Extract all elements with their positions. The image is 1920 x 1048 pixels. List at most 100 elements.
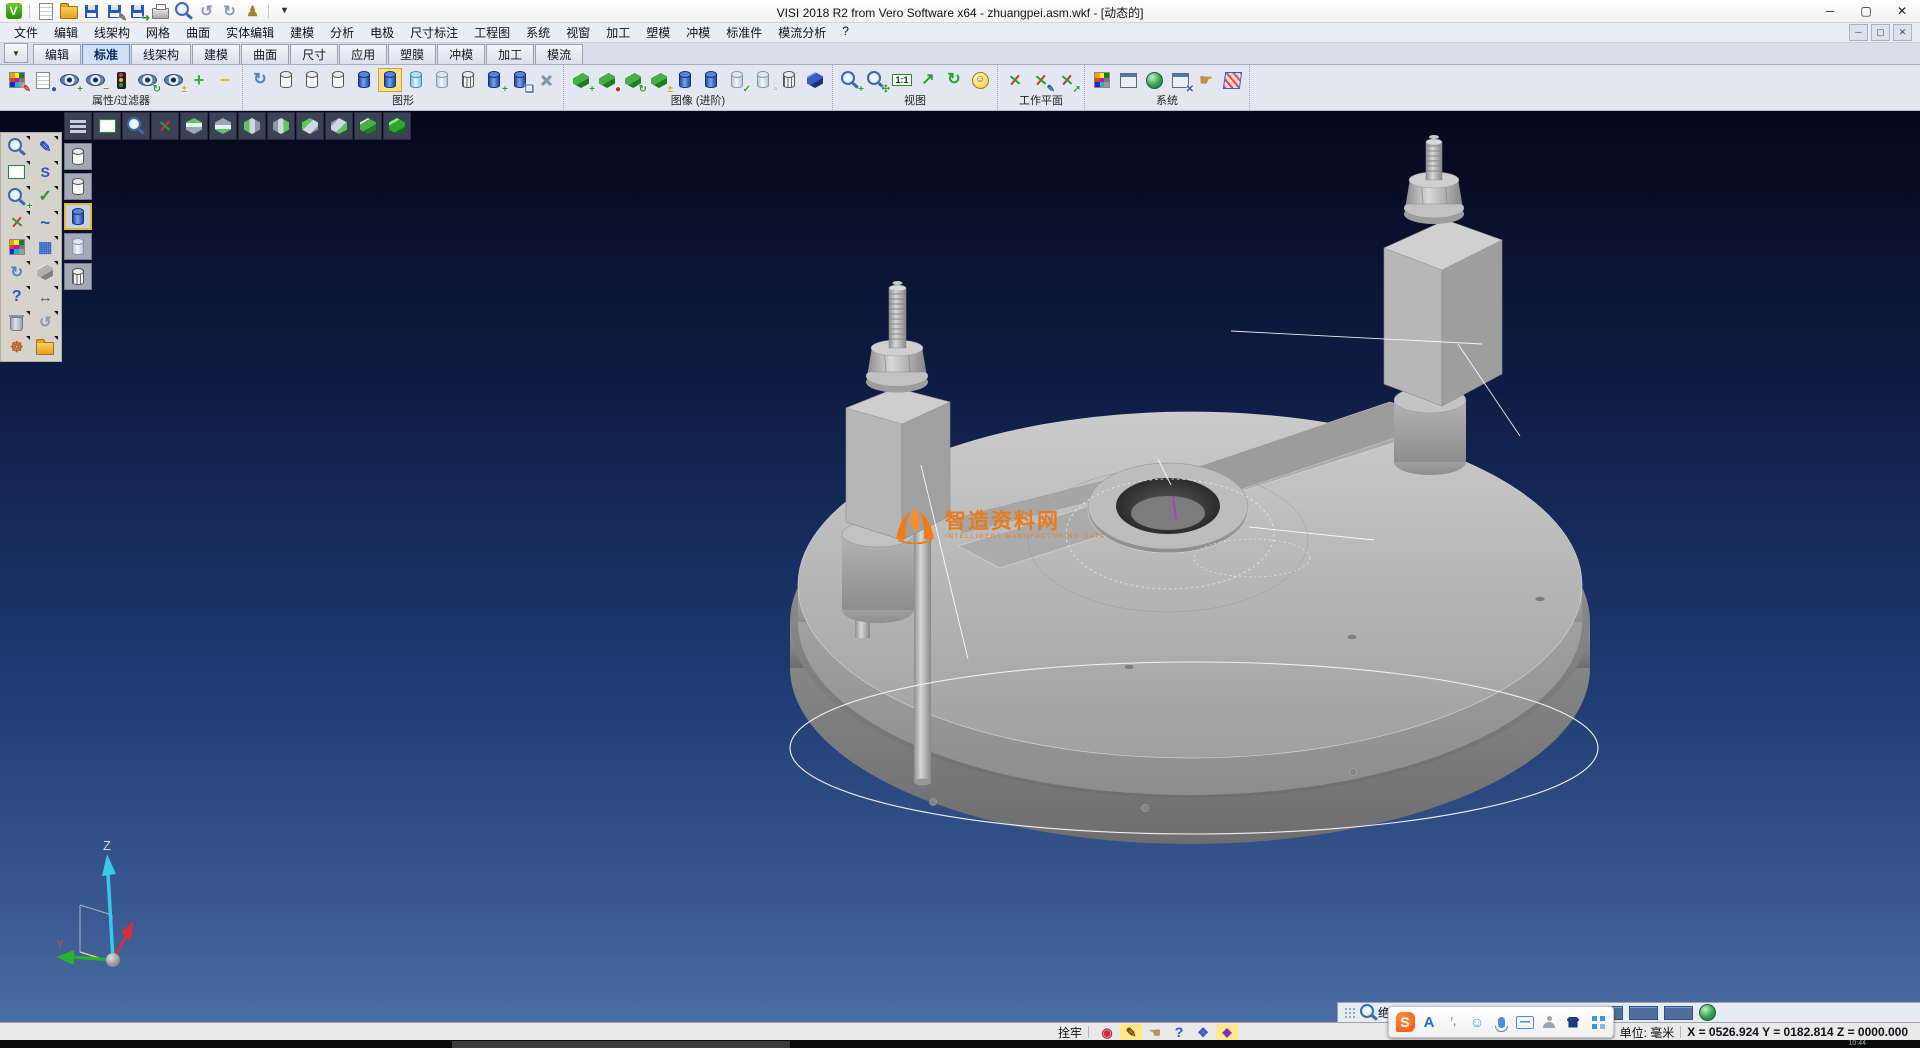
curve-edit-icon[interactable]: S: [32, 160, 60, 184]
minimize-button[interactable]: ─: [1812, 1, 1848, 22]
strip-ghost-icon[interactable]: [64, 233, 92, 260]
entities-add-icon[interactable]: +: [569, 68, 593, 92]
print-icon[interactable]: [150, 2, 171, 21]
lock-label[interactable]: 拴牢: [1058, 1024, 1082, 1041]
ime-keyboard-icon[interactable]: [1516, 1010, 1535, 1034]
spline-edit-icon[interactable]: ~: [32, 210, 60, 234]
confirm-icon[interactable]: ✓: [32, 185, 60, 209]
tab-编辑[interactable]: 编辑: [33, 44, 81, 64]
status-search-icon[interactable]: [1360, 1003, 1378, 1022]
mdi-minimize-button[interactable]: ─: [1849, 24, 1868, 41]
delete-icon[interactable]: [3, 310, 31, 334]
wireframe-mode-icon[interactable]: [274, 68, 298, 92]
strip-shaded-icon[interactable]: [64, 203, 92, 230]
save-as-icon[interactable]: ✎: [104, 2, 125, 21]
tab-建模[interactable]: 建模: [192, 44, 240, 64]
solid-shaded-icon[interactable]: [803, 68, 827, 92]
filter-manager-icon[interactable]: [109, 68, 133, 92]
solid-section-icon[interactable]: [673, 68, 697, 92]
open-file-icon[interactable]: [58, 2, 79, 21]
tab-dropdown-icon[interactable]: ▼: [4, 43, 28, 63]
menu-item-?[interactable]: ?: [834, 22, 857, 43]
solid-mesh-icon[interactable]: [777, 68, 801, 92]
sogou-logo-icon[interactable]: S: [1396, 1010, 1415, 1034]
menu-item-加工[interactable]: 加工: [598, 22, 638, 43]
render-settings-icon[interactable]: [534, 68, 558, 92]
hide-entities-icon[interactable]: −: [213, 68, 237, 92]
capture-icon[interactable]: ◉: [1096, 1024, 1118, 1040]
layer-colors-icon[interactable]: [1090, 68, 1114, 92]
menu-item-视窗[interactable]: 视窗: [558, 22, 598, 43]
table-settings-icon[interactable]: ✕: [1168, 68, 1192, 92]
attributes-preview-icon[interactable]: ●: [31, 68, 55, 92]
tab-模流[interactable]: 模流: [535, 44, 583, 64]
ime-toolbox-icon[interactable]: [1588, 1010, 1607, 1034]
shade-copy-icon[interactable]: ❏: [508, 68, 532, 92]
redo-icon[interactable]: ↻: [219, 2, 240, 21]
zoom-plus-icon[interactable]: +: [3, 185, 31, 209]
ime-punct-icon[interactable]: ’,: [1444, 1010, 1463, 1034]
move-origin-icon[interactable]: [3, 210, 31, 234]
attributes-palette-icon[interactable]: [3, 235, 31, 259]
view-right-icon[interactable]: [267, 112, 295, 140]
save-icon[interactable]: [81, 2, 102, 21]
window-select-icon[interactable]: [3, 160, 31, 184]
help-icon[interactable]: ?: [3, 285, 31, 309]
close-button[interactable]: ✕: [1884, 1, 1920, 22]
menu-item-冲模[interactable]: 冲模: [678, 22, 718, 43]
toolbar-options-dropdown[interactable]: ▾: [274, 2, 295, 21]
menu-item-文件[interactable]: 文件: [6, 22, 46, 43]
world-icon[interactable]: [1699, 1004, 1716, 1021]
navigate-icon[interactable]: ☸: [3, 335, 31, 359]
workplane-icon[interactable]: [1003, 68, 1027, 92]
layer-manager-icon[interactable]: [1116, 68, 1140, 92]
view-axis-icon[interactable]: [151, 112, 179, 140]
redraw-icon[interactable]: ↻: [248, 68, 272, 92]
highlight-brush-icon[interactable]: ✎: [1120, 1024, 1142, 1040]
ghost-mode-icon[interactable]: [430, 68, 454, 92]
menu-item-建模[interactable]: 建模: [282, 22, 322, 43]
filter-add-icon[interactable]: +: [57, 68, 81, 92]
tab-曲面[interactable]: 曲面: [241, 44, 289, 64]
shaded-edges-mode-icon[interactable]: [378, 68, 402, 92]
zoom-scale-icon[interactable]: 1:1: [890, 68, 914, 92]
entities-refresh-icon[interactable]: ↻: [621, 68, 645, 92]
workplane-edit-icon[interactable]: ✎: [1029, 68, 1053, 92]
entities-filter-icon[interactable]: ●: [595, 68, 619, 92]
solid-export-icon[interactable]: ▫: [751, 68, 775, 92]
mdi-close-button[interactable]: ✕: [1893, 24, 1912, 41]
menu-item-编辑[interactable]: 编辑: [46, 22, 86, 43]
undo-tool-icon[interactable]: ↺: [32, 310, 60, 334]
undo-icon[interactable]: ↺: [196, 2, 217, 21]
ucs-box-icon[interactable]: ◆: [1216, 1024, 1238, 1040]
workplane-align-icon[interactable]: ➚: [1055, 68, 1079, 92]
history-icon[interactable]: ♟: [242, 2, 263, 21]
view-bottom-icon[interactable]: [209, 112, 237, 140]
status-help-icon[interactable]: ?: [1168, 1024, 1190, 1040]
menu-item-线架构[interactable]: 线架构: [86, 22, 138, 43]
zoom-search-icon[interactable]: [3, 135, 31, 159]
zoom-window-icon[interactable]: ✣: [864, 68, 888, 92]
resize-grip-icon[interactable]: [1344, 1007, 1356, 1019]
view-back-icon[interactable]: [325, 112, 353, 140]
assembly-icon[interactable]: ❖: [1192, 1024, 1214, 1040]
viewport-menu-icon[interactable]: [64, 112, 92, 140]
tab-尺寸[interactable]: 尺寸: [290, 44, 338, 64]
ime-emoji-icon[interactable]: ☺: [1468, 1010, 1487, 1034]
tab-应用[interactable]: 应用: [339, 44, 387, 64]
solid-validate-icon[interactable]: ✓: [725, 68, 749, 92]
maximize-button[interactable]: ▢: [1848, 1, 1884, 22]
zoom-extents-icon[interactable]: [93, 112, 121, 140]
menu-item-工程图[interactable]: 工程图: [466, 22, 518, 43]
view-top-icon[interactable]: [180, 112, 208, 140]
regen-icon[interactable]: ↻: [3, 260, 31, 284]
filter-invert-icon[interactable]: ±: [161, 68, 185, 92]
selection-options-icon[interactable]: ☛: [1194, 68, 1218, 92]
tab-冲模[interactable]: 冲模: [437, 44, 485, 64]
mdi-restore-button[interactable]: ▢: [1871, 24, 1890, 41]
refresh-view-icon[interactable]: ↻: [942, 68, 966, 92]
ime-skin-icon[interactable]: [1564, 1010, 1583, 1034]
grid-settings-icon[interactable]: [1220, 68, 1244, 92]
shaded-mode-icon[interactable]: [352, 68, 376, 92]
menu-item-网格[interactable]: 网格: [138, 22, 178, 43]
